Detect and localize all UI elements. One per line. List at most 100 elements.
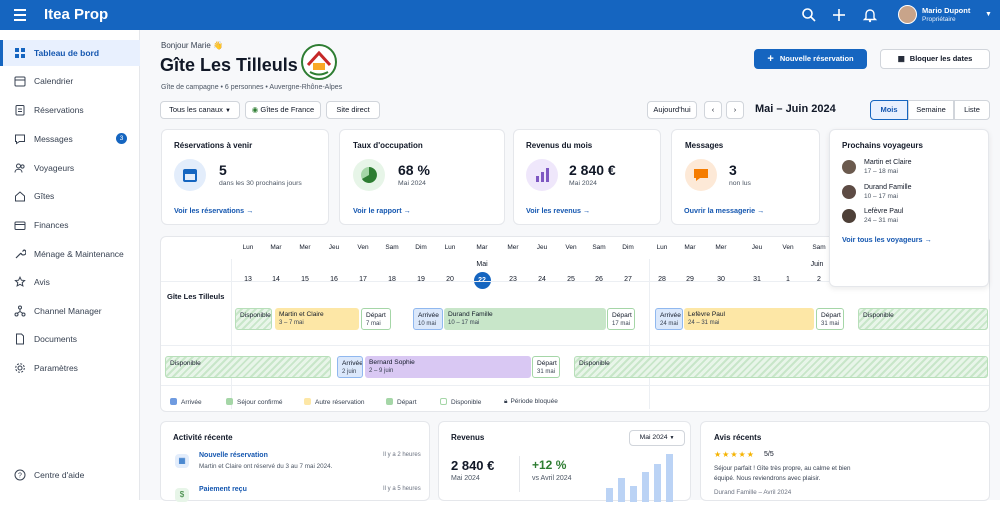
guest-item[interactable]: Durand Famille 10 – 17 mai — [842, 183, 992, 203]
booking-dates: 2 – 9 juin — [369, 368, 394, 374]
gites-de-france-filter[interactable]: ◉ Gîtes de France — [245, 101, 321, 119]
user-avatar[interactable] — [898, 5, 917, 24]
booking-bar[interactable]: Durand Famille 10 – 17 mai — [444, 308, 606, 330]
sidebar-item-gites[interactable]: Gîtes — [0, 183, 140, 209]
search-icon[interactable] — [801, 7, 817, 23]
new-booking-button[interactable]: + Nouvelle réservation — [754, 49, 867, 69]
add-icon[interactable] — [831, 7, 847, 23]
booking-bar[interactable]: Bernard Sophie 2 – 9 juin — [365, 356, 531, 378]
document-icon — [16, 333, 24, 345]
view-report-link[interactable]: Voir le rapport → — [353, 206, 411, 215]
arrow-right-icon: → — [757, 206, 765, 215]
revenue-mini-chart — [604, 452, 684, 502]
direct-site-filter[interactable]: Site direct — [326, 101, 380, 119]
divider — [161, 385, 989, 386]
guest-item[interactable]: Martin et Claire 17 – 18 mai — [842, 158, 992, 178]
sidebar-item-reviews[interactable]: Avis — [0, 269, 140, 295]
chevron-left-icon[interactable]: ‹ — [704, 101, 722, 119]
review-text-line1: Séjour parfait ! Gîte très propre, au ca… — [714, 465, 851, 472]
sidebar-item-label: Ménage & Maintenance — [34, 249, 124, 259]
departure-marker[interactable]: Départ 7 mai — [361, 308, 391, 330]
activity-title[interactable]: Nouvelle réservation — [199, 452, 268, 459]
booking-bar[interactable]: Lefèvre Paul 24 – 31 mai — [684, 308, 814, 330]
legend-confirmed: Séjour confirmé — [226, 398, 283, 406]
chevron-down-icon[interactable]: ▼ — [985, 11, 992, 18]
legend-departure: Départ — [386, 398, 417, 406]
channels-filter[interactable]: Tous les canaux ▼ — [160, 101, 240, 119]
today-button[interactable]: Aujourd'hui — [647, 101, 697, 119]
rating-stars: ★★★★★ — [714, 450, 755, 459]
sidebar-item-calendar[interactable]: Calendrier — [0, 68, 140, 94]
next-guests-card: Prochains voyageurs Martin et Claire 17 … — [829, 129, 989, 287]
departure-marker[interactable]: Départ 17 mai — [607, 308, 635, 330]
card-value: 2 840 € — [569, 162, 616, 178]
upcoming-reservations-card: Réservations à venir 5 dans les 30 proch… — [161, 129, 329, 225]
guest-name: Lefèvre Paul — [864, 208, 904, 215]
sidebar-item-channel-manager[interactable]: Channel Manager — [0, 298, 140, 324]
available-slot[interactable]: Disponible — [858, 308, 988, 330]
sidebar-item-dashboard[interactable]: Tableau de bord — [0, 40, 140, 66]
arrival-marker[interactable]: Arrivée 2 juin — [337, 356, 363, 378]
revenue-card: Revenus Mai 2024 ▼ 2 840 € Mai 2024 +12 … — [438, 421, 691, 502]
review-author: Durand Famille – Avril 2024 — [714, 489, 792, 496]
view-revenue-link[interactable]: Voir les revenus → — [526, 206, 590, 215]
sidebar-item-travelers[interactable]: Voyageurs — [0, 155, 140, 181]
block-dates-button[interactable]: ▦ Bloquer les dates — [880, 49, 990, 69]
card-title: Revenus — [451, 433, 485, 442]
sidebar-item-cleaning[interactable]: Ménage & Maintenance — [0, 241, 140, 267]
chat-icon — [15, 134, 25, 145]
sidebar-item-label: Gîtes — [34, 191, 55, 201]
card-value: 3 — [729, 162, 737, 178]
sidebar-item-reservations[interactable]: Réservations — [0, 97, 140, 123]
menu-icon[interactable] — [14, 9, 26, 21]
available-slot[interactable]: Disponible — [235, 308, 272, 330]
bell-icon[interactable] — [862, 7, 878, 23]
sidebar-item-finances[interactable]: Finances — [0, 212, 140, 238]
view-week-tab[interactable]: Semaine — [908, 100, 954, 120]
view-reservations-link[interactable]: Voir les réservations → — [174, 206, 253, 215]
legend-swatch — [226, 398, 233, 405]
calendar-day-label: Lun — [444, 244, 456, 251]
sidebar-item-label: Channel Manager — [34, 306, 102, 316]
activity-title[interactable]: Paiement reçu — [199, 486, 247, 493]
app-title[interactable]: Itea Prop — [44, 6, 108, 23]
booking-dates: 3 – 7 mai — [279, 320, 304, 326]
sidebar-item-label: Réservations — [34, 105, 84, 115]
departure-marker[interactable]: Départ 31 mai — [532, 356, 560, 378]
revenue-period: Mai 2024 — [451, 475, 480, 482]
sidebar-item-messages[interactable]: Messages 3 — [0, 126, 140, 152]
legend-swatch — [304, 398, 311, 405]
calendar-day-label: Jeu — [328, 244, 340, 251]
period-select[interactable]: Mai 2024 ▼ — [629, 430, 685, 446]
legend-available: Disponible — [440, 398, 481, 406]
legend-swatch — [170, 398, 177, 405]
sidebar-item-help[interactable]: ? Centre d'aide — [0, 462, 140, 488]
departure-marker[interactable]: Départ 31 mai — [816, 308, 844, 330]
open-messages-link[interactable]: Ouvrir la messagerie → — [684, 206, 764, 215]
avatar — [842, 209, 856, 223]
legend-arrival: Arrivée — [170, 398, 202, 406]
card-title: Prochains voyageurs — [842, 141, 923, 150]
sidebar-item-documents[interactable]: Documents — [0, 326, 140, 352]
view-month-tab[interactable]: Mois — [870, 100, 908, 120]
card-subtitle: non lus — [729, 180, 751, 187]
svg-text:?: ? — [18, 473, 22, 480]
guest-item[interactable]: Lefèvre Paul 24 – 31 mai — [842, 207, 992, 227]
view-list-tab[interactable]: Liste — [954, 100, 990, 120]
booking-bar[interactable]: Martin et Claire 3 – 7 mai — [275, 308, 359, 330]
available-slot[interactable]: Disponible — [165, 356, 331, 378]
card-subtitle: Mai 2024 — [569, 180, 597, 187]
booking-guest: Bernard Sophie — [369, 359, 415, 366]
arrival-marker[interactable]: Arrivée 24 mai — [655, 308, 683, 330]
guest-dates: 24 – 31 mai — [864, 217, 898, 224]
arrow-right-icon: → — [924, 235, 932, 244]
chevron-right-icon[interactable]: › — [726, 101, 744, 119]
available-slot[interactable]: Disponible — [574, 356, 988, 378]
sidebar-item-settings[interactable]: Paramètres — [0, 355, 140, 381]
arrival-marker[interactable]: Arrivée 10 mai — [413, 308, 443, 330]
review-text-line2: équipé. Nous reviendrons avec plaisir. — [714, 475, 821, 482]
user-name[interactable]: Mario Dupont — [922, 6, 970, 15]
view-all-travelers-link[interactable]: Voir tous les voyageurs → — [842, 235, 932, 244]
card-title: Réservations à venir — [174, 141, 253, 150]
divider — [161, 345, 989, 346]
